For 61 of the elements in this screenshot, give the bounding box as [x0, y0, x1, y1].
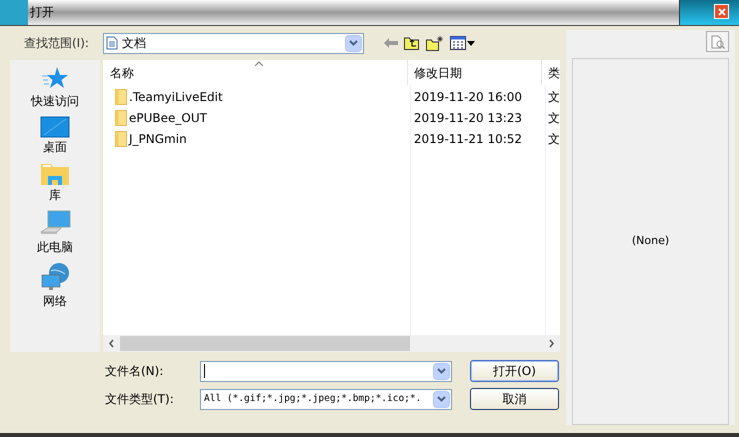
- place-item[interactable]: 网络: [40, 262, 70, 310]
- chevron-down-icon: [349, 40, 358, 46]
- dropdown-button[interactable]: [433, 362, 450, 380]
- look-in-label: 查找范围(I):: [23, 35, 90, 52]
- place-label: 快速访问: [31, 93, 79, 110]
- scroll-thumb[interactable]: [120, 336, 410, 351]
- close-button[interactable]: [714, 4, 729, 19]
- close-icon: [718, 8, 726, 16]
- file-name: ePUBee_OUT: [129, 110, 207, 126]
- column-header[interactable]: 名称: [103, 60, 408, 85]
- new-folder-icon[interactable]: [426, 35, 444, 51]
- file-date: 2019-11-20 16:00: [412, 88, 524, 106]
- sort-up-icon: [255, 61, 263, 66]
- document-search-icon: [710, 34, 724, 48]
- chevron-down-icon: [437, 396, 446, 402]
- look-in-value: 文档: [122, 35, 147, 52]
- place-item[interactable]: 库: [40, 162, 70, 204]
- monitor-icon: [40, 116, 70, 138]
- folder-icon: [115, 88, 127, 104]
- place-label: 网络: [43, 293, 67, 310]
- file-date: 2019-11-21 10:52: [412, 130, 524, 148]
- folder-up-icon[interactable]: [404, 36, 420, 50]
- file-row[interactable]: .TeamyiLiveEdit 2019-11-20 16:00 文: [103, 86, 560, 107]
- column-header[interactable]: 类: [542, 60, 560, 85]
- file-type: 文: [547, 130, 560, 148]
- chevron-down-icon: [437, 368, 446, 374]
- view-menu-icon[interactable]: [450, 36, 466, 50]
- file-name: .TeamyiLiveEdit: [129, 88, 223, 106]
- column-header[interactable]: 修改日期: [408, 60, 542, 85]
- look-in-dropdown[interactable]: [345, 34, 362, 52]
- dialog-button[interactable]: 打开(O): [470, 360, 559, 382]
- caret-icon[interactable]: [467, 40, 475, 46]
- place-label: 桌面: [43, 139, 67, 156]
- place-item[interactable]: 快速访问: [31, 66, 79, 110]
- file-type-value: All (*.gif;*.jpg;*.jpeg;*.bmp;*.ico;*.: [204, 392, 422, 406]
- field-label: 文件类型(T):: [105, 391, 175, 408]
- file-row[interactable]: ePUBee_OUT 2019-11-20 13:23 文: [103, 107, 560, 128]
- preview-button[interactable]: [706, 31, 729, 52]
- folder-icon: [40, 162, 70, 186]
- dropdown-button[interactable]: [433, 390, 450, 408]
- window-title: 打开: [29, 4, 54, 21]
- file-type: 文: [547, 88, 560, 106]
- folder-icon: [115, 110, 127, 126]
- dialog-button[interactable]: 取消: [470, 388, 559, 410]
- network-globe-icon: [40, 262, 70, 292]
- look-in-combo[interactable]: 文档: [103, 32, 364, 54]
- place-label: 此电脑: [37, 239, 73, 256]
- place-item[interactable]: 此电脑: [37, 210, 73, 256]
- file-name-combo[interactable]: [200, 360, 452, 382]
- place-label: 库: [49, 187, 61, 204]
- file-type-combo[interactable]: All (*.gif;*.jpg;*.jpeg;*.bmp;*.ico;*.: [200, 388, 452, 410]
- folder-icon: [115, 130, 127, 146]
- file-type: 文: [547, 110, 560, 126]
- place-item[interactable]: 桌面: [40, 116, 70, 156]
- file-row[interactable]: J_PNGmin 2019-11-21 10:52 文: [103, 128, 560, 149]
- preview-text: (None): [632, 233, 670, 250]
- file-name: J_PNGmin: [129, 130, 187, 148]
- horizontal-scrollbar[interactable]: [103, 335, 560, 352]
- field-label: 文件名(N):: [105, 363, 164, 380]
- file-date: 2019-11-20 13:23: [412, 110, 524, 126]
- document-icon: [106, 36, 118, 50]
